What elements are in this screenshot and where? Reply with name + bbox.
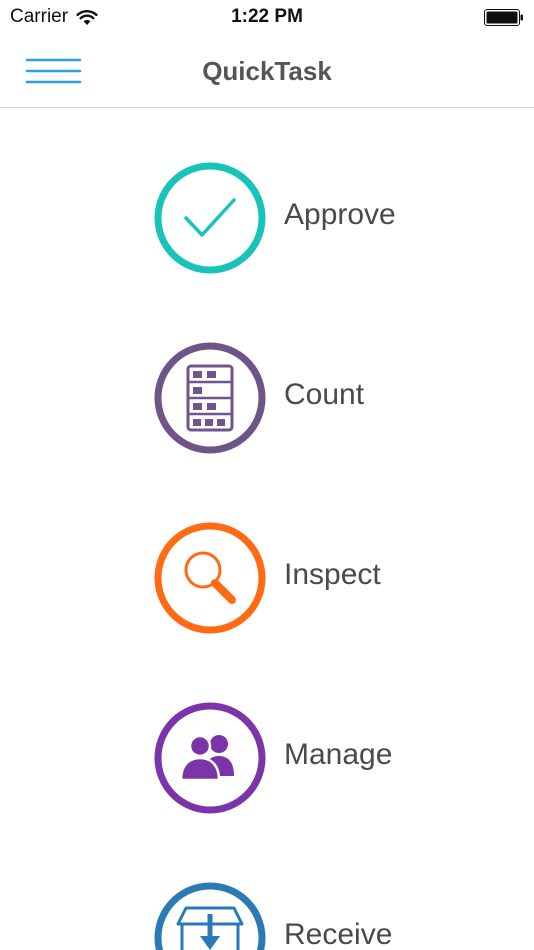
users-icon [154,702,266,814]
magnifier-icon [154,522,266,634]
page-title: QuickTask [202,56,332,86]
status-bar: Carrier 1:22 PM [0,0,534,38]
task-manage[interactable]: Manage [152,700,452,816]
task-count[interactable]: Count [152,340,452,456]
task-label-inspect: Inspect [284,558,381,591]
inventory-shelf-icon [154,342,266,454]
receive-box-icon [154,882,266,950]
task-label-approve: Approve [284,198,396,231]
task-label-manage: Manage [284,738,393,771]
task-label-receive: Receive [284,918,393,950]
status-time: 1:22 PM [231,6,303,27]
navigation-bar: QuickTask [0,38,534,108]
task-approve[interactable]: Approve [152,160,452,276]
task-receive[interactable]: Receive [152,880,452,950]
app-screen: Carrier 1:22 PM QuickTask Approve Count … [0,0,534,950]
checkmark-icon [154,162,266,274]
task-inspect[interactable]: Inspect [152,520,452,636]
task-label-count: Count [284,378,365,411]
battery-icon [484,9,523,26]
